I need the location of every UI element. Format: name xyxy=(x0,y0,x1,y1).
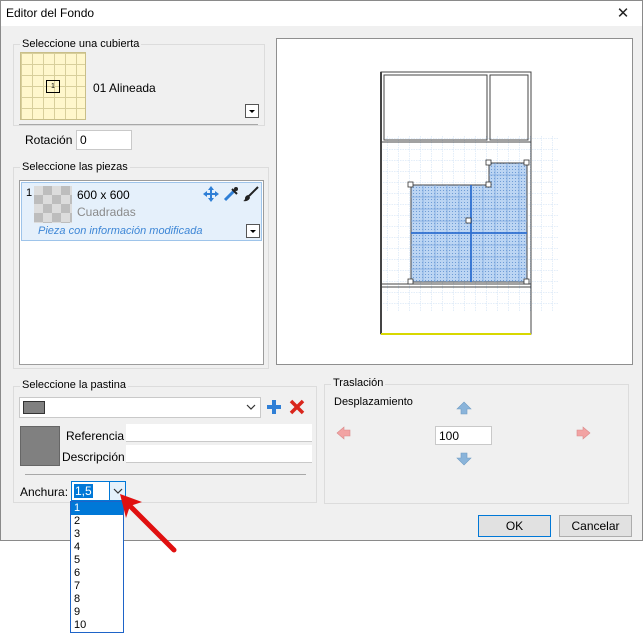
cubierta-dropdown-arrow-icon[interactable] xyxy=(245,104,259,118)
arrow-up-icon[interactable] xyxy=(456,401,472,415)
cubierta-group-label: Seleccione una cubierta xyxy=(20,38,142,50)
cancel-button[interactable]: Cancelar xyxy=(559,515,632,537)
rotation-label: Rotación xyxy=(25,133,73,147)
anchura-value: 1,5 xyxy=(74,484,93,498)
move-icon[interactable] xyxy=(203,186,219,202)
traslacion-group-label: Traslación xyxy=(331,377,386,389)
chevron-down-icon[interactable] xyxy=(245,398,257,416)
referencia-input[interactable] xyxy=(126,424,312,442)
rotation-input[interactable]: 0 xyxy=(76,130,132,150)
pointer-arrow-icon xyxy=(116,490,180,556)
cubierta-thumb-mark: 1 xyxy=(46,80,60,93)
title-bar: Editor del Fondo ✕ xyxy=(1,1,642,27)
list-item[interactable]: 1 600 x 600 Cuadradas Pieza con informac… xyxy=(21,182,262,241)
piece-thumbnail xyxy=(34,186,72,223)
dialog-window: Editor del Fondo ✕ Seleccione una cubier… xyxy=(0,0,643,541)
piece-note: Pieza con información modificada xyxy=(38,225,203,237)
pastina-group-label: Seleccione la pastina xyxy=(20,379,128,391)
piece-size: 600 x 600 xyxy=(77,188,130,202)
piece-dropdown-arrow-icon[interactable] xyxy=(246,224,260,238)
brush-icon[interactable] xyxy=(243,186,259,202)
floor-preview[interactable] xyxy=(276,38,633,365)
descripcion-label: Descripción xyxy=(62,450,125,464)
piezas-group-label: Seleccione las piezas xyxy=(20,161,130,173)
desplazamiento-input[interactable]: 100 xyxy=(435,426,492,445)
anchura-option[interactable]: 7 xyxy=(71,580,123,593)
pastina-color-select[interactable] xyxy=(19,397,261,418)
anchura-option[interactable]: 6 xyxy=(71,567,123,580)
cubierta-thumbnail[interactable]: 1 xyxy=(20,52,86,120)
pastina-color-swatch xyxy=(23,401,45,414)
add-icon[interactable] xyxy=(266,399,282,415)
pastina-divider xyxy=(25,474,306,475)
cubierta-divider xyxy=(19,124,258,125)
arrow-left-icon[interactable] xyxy=(336,426,352,440)
anchura-option[interactable]: 8 xyxy=(71,593,123,606)
window-title: Editor del Fondo xyxy=(6,6,95,20)
pick-tool-icon[interactable] xyxy=(223,186,239,202)
close-icon[interactable]: ✕ xyxy=(610,3,636,25)
anchura-label: Anchura: xyxy=(20,485,69,499)
delete-icon[interactable] xyxy=(289,399,305,415)
arrow-right-icon[interactable] xyxy=(575,426,591,440)
referencia-label: Referencia xyxy=(66,429,125,443)
desplazamiento-label: Desplazamiento xyxy=(334,396,413,408)
ok-button[interactable]: OK xyxy=(478,515,551,537)
piezas-list[interactable]: 1 600 x 600 Cuadradas Pieza con informac… xyxy=(19,180,264,365)
arrow-down-icon[interactable] xyxy=(456,452,472,466)
pastina-color-preview xyxy=(20,426,60,466)
descripcion-input[interactable] xyxy=(126,445,312,463)
cubierta-name: 01 Alineada xyxy=(93,81,156,95)
piece-name: Cuadradas xyxy=(77,205,136,219)
anchura-option[interactable]: 10 xyxy=(71,619,123,632)
piece-index: 1 xyxy=(26,187,33,199)
anchura-option[interactable]: 9 xyxy=(71,606,123,619)
